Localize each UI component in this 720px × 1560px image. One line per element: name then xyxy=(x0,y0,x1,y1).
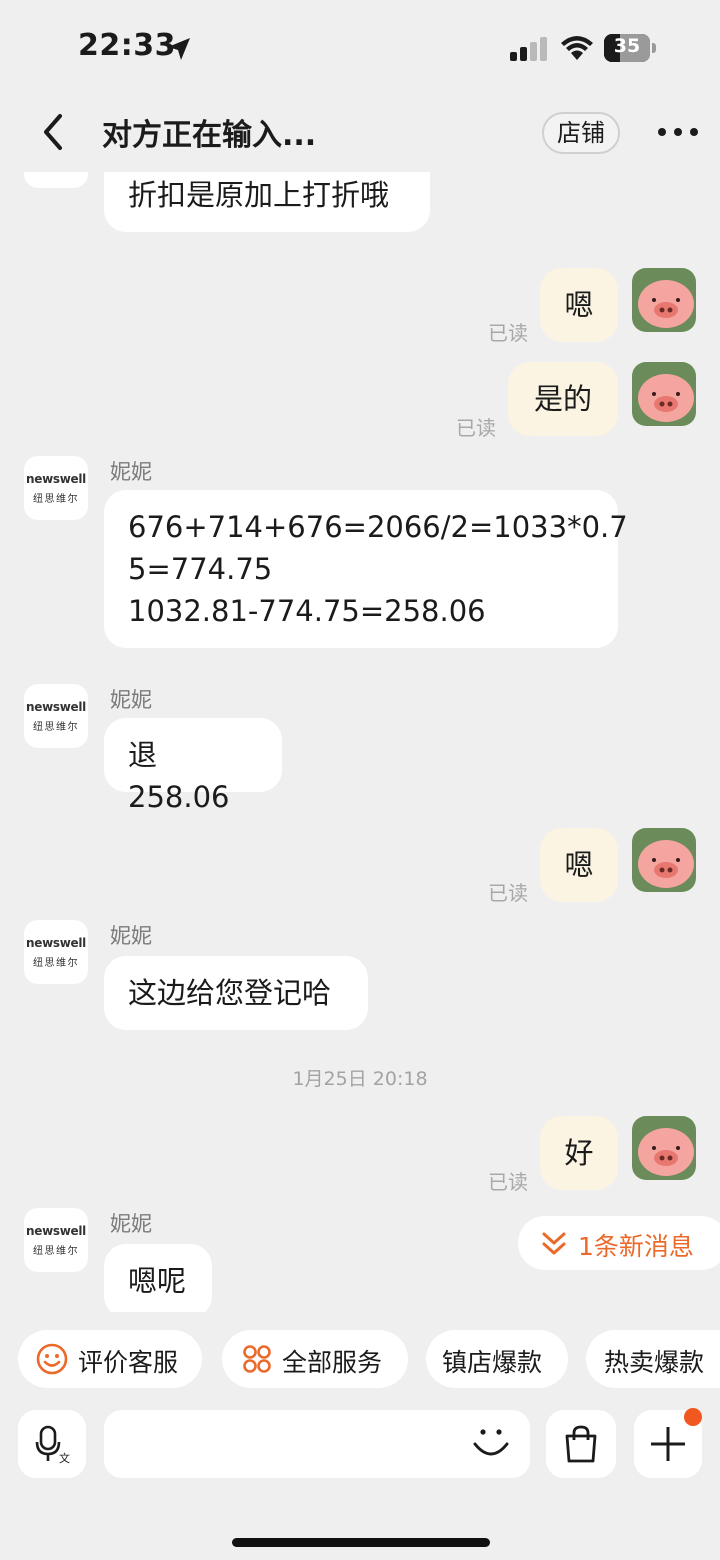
voice-icon: 文 xyxy=(35,1425,70,1464)
notification-dot xyxy=(684,1408,702,1426)
new-messages-label: 1条新消息 xyxy=(578,1232,694,1261)
message-bubble[interactable]: 退258.06 xyxy=(104,718,282,814)
new-messages-button[interactable]: 1条新消息 xyxy=(518,1216,720,1270)
message-bubble[interactable]: 这边给您登记哈 xyxy=(104,956,368,1030)
shop-logo-text: newswell xyxy=(26,1224,86,1238)
message-text: 折扣是原加上打折哦 xyxy=(128,178,390,212)
user-avatar[interactable] xyxy=(632,362,696,426)
shop-avatar[interactable]: newswell 纽思维尔 xyxy=(24,1208,88,1272)
sender-name: 妮妮 xyxy=(110,688,152,712)
shop-logo-subtext: 纽思维尔 xyxy=(33,722,79,733)
message-text-line: 1032.81-774.75=258.06 xyxy=(128,594,486,628)
shop-logo-subtext: 纽思维尔 xyxy=(33,494,79,505)
quick-action-hot-sellers[interactable]: 热卖爆款 xyxy=(586,1330,720,1388)
quick-action-label: 镇店爆款 xyxy=(442,1348,543,1377)
message-text: 是的 xyxy=(533,382,592,416)
emoji-icon[interactable] xyxy=(470,1422,512,1464)
quick-action-label: 热卖爆款 xyxy=(604,1348,705,1377)
user-avatar[interactable] xyxy=(632,1116,696,1180)
message-text-line: 5=774.75 xyxy=(128,552,273,586)
message-text: 嗯呢 xyxy=(128,1264,187,1298)
svg-text:文: 文 xyxy=(59,1451,70,1464)
shop-logo-subtext: 纽思维尔 xyxy=(33,1246,79,1257)
voice-button[interactable]: 文 xyxy=(18,1410,86,1478)
read-receipt: 已读 xyxy=(488,1170,528,1194)
location-arrow-icon xyxy=(168,38,190,60)
message-bubble[interactable]: 折扣是原加上打折哦 xyxy=(104,172,430,232)
sender-name: 妮妮 xyxy=(110,1212,152,1236)
shop-logo-text: newswell xyxy=(26,472,86,486)
quick-action-rate-service[interactable]: 评价客服 xyxy=(18,1330,202,1388)
plus-icon xyxy=(651,1427,685,1461)
page-title: 对方正在输入... xyxy=(102,118,317,153)
shop-avatar[interactable] xyxy=(24,172,88,188)
sender-name: 妮妮 xyxy=(110,924,152,948)
home-indicator[interactable] xyxy=(232,1538,490,1547)
shop-avatar[interactable]: newswell 纽思维尔 xyxy=(24,456,88,520)
pig-face-icon xyxy=(638,280,694,328)
battery-level: 35 xyxy=(613,35,641,57)
read-receipt: 已读 xyxy=(488,881,528,905)
pig-face-icon xyxy=(638,1128,694,1176)
message-bubble-self[interactable]: 是的 xyxy=(508,362,618,436)
shop-avatar[interactable]: newswell 纽思维尔 xyxy=(24,920,88,984)
quick-action-all-services[interactable]: 全部服务 xyxy=(222,1330,408,1388)
quick-action-label: 全部服务 xyxy=(282,1348,383,1377)
battery-icon: 35 xyxy=(604,34,656,62)
message-text-line: 676+714+676=2066/2=1033*0.7 xyxy=(128,510,628,544)
quick-action-label: 评价客服 xyxy=(78,1348,179,1377)
wifi-icon xyxy=(561,36,593,60)
sender-name: 妮妮 xyxy=(110,460,152,484)
message-input[interactable] xyxy=(104,1410,530,1478)
message-bubble-self[interactable]: 嗯 xyxy=(540,828,618,902)
bag-icon xyxy=(565,1425,597,1463)
message-text: 这边给您登记哈 xyxy=(128,976,332,1010)
user-avatar[interactable] xyxy=(632,828,696,892)
more-icon[interactable] xyxy=(656,126,700,138)
shop-logo-text: newswell xyxy=(26,936,86,950)
message-bubble-self[interactable]: 嗯 xyxy=(540,268,618,342)
quick-action-store-bestsellers[interactable]: 镇店爆款 xyxy=(426,1330,568,1388)
shop-logo-text: newswell xyxy=(26,700,86,714)
shop-avatar[interactable]: newswell 纽思维尔 xyxy=(24,684,88,748)
message-timestamp: 1月25日 20:18 xyxy=(292,1068,428,1090)
message-text: 退258.06 xyxy=(128,738,230,814)
message-text: 嗯 xyxy=(564,848,594,882)
status-time: 22:33 xyxy=(78,28,176,63)
chevron-double-down-icon xyxy=(542,1232,566,1255)
shop-logo-subtext: 纽思维尔 xyxy=(33,958,79,969)
smiley-icon xyxy=(36,1343,68,1375)
shopping-bag-button[interactable] xyxy=(546,1410,616,1478)
pig-face-icon xyxy=(638,840,694,888)
services-icon xyxy=(243,1345,271,1373)
message-bubble[interactable]: 676+714+676=2066/2=1033*0.7 5=774.75 103… xyxy=(104,490,628,648)
chat-area[interactable]: 折扣是原加上打折哦 嗯 已读 是的 已读 newswell 纽思维尔 妮妮 67… xyxy=(0,172,720,1312)
back-icon[interactable] xyxy=(36,112,72,152)
user-avatar[interactable] xyxy=(632,268,696,332)
store-button[interactable]: 店铺 xyxy=(542,112,620,154)
read-receipt: 已读 xyxy=(488,321,528,345)
message-text: 嗯 xyxy=(564,288,594,322)
pig-face-icon xyxy=(638,374,694,422)
message-bubble-self[interactable]: 好 xyxy=(540,1116,618,1190)
read-receipt: 已读 xyxy=(456,416,496,440)
message-bubble[interactable]: 嗯呢 xyxy=(104,1244,212,1312)
signal-icon xyxy=(510,37,547,61)
message-text: 好 xyxy=(564,1136,594,1170)
